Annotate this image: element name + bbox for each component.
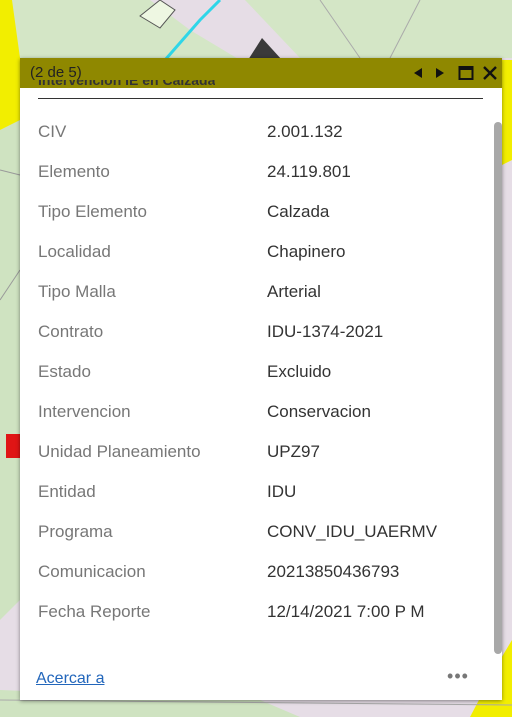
maximize-icon [458, 66, 474, 80]
attribute-value: IDU-1374-2021 [267, 322, 384, 341]
attribute-label: Elemento [38, 162, 110, 181]
attribute-label: Tipo Malla [38, 282, 116, 301]
attribute-value: 2.001.132 [267, 122, 343, 141]
triangle-left-icon [414, 68, 422, 78]
attribute-label: CIV [38, 122, 67, 141]
attribute-value: UPZ97 [267, 442, 320, 461]
attribute-value: Excluido [267, 362, 332, 381]
attribute-label: Entidad [38, 482, 96, 501]
maximize-button[interactable] [454, 58, 478, 88]
pager-label: (2 de 5) [30, 64, 82, 81]
attribute-value: Chapinero [267, 242, 346, 261]
attribute-label: Localidad [38, 242, 111, 261]
attribute-value: Conservacion [267, 402, 371, 421]
previous-feature-button[interactable] [408, 58, 428, 88]
map-road [502, 60, 512, 165]
attribute-value: 20213850436793 [267, 562, 400, 581]
identify-popup: (2 de 5) Intervencion IE en Calzada CIV 2… [20, 58, 502, 700]
attribute-value: CONV_IDU_UAERMV [267, 522, 438, 541]
attribute-value: IDU [267, 482, 297, 501]
close-button[interactable] [478, 58, 502, 88]
attribute-value: 12/14/2021 7:00 P M [267, 602, 425, 621]
triangle-right-icon [436, 68, 444, 78]
close-icon [483, 66, 497, 80]
vertical-scrollbar[interactable] [494, 122, 502, 654]
next-feature-button[interactable] [430, 58, 450, 88]
attribute-label: Fecha Reporte [38, 602, 151, 621]
attribute-label: Intervencion [38, 402, 131, 421]
popup-title: Intervencion IE en Calzada [38, 80, 216, 88]
more-actions-button[interactable]: ••• [440, 666, 476, 686]
attribute-label: Programa [38, 522, 113, 541]
attribute-label: Tipo Elemento [38, 202, 147, 221]
attribute-label: Contrato [38, 322, 104, 341]
attribute-value: Calzada [267, 202, 330, 221]
attribute-label: Unidad Planeamiento [38, 442, 201, 461]
attribute-label: Estado [38, 362, 91, 381]
map-parcel [0, 100, 20, 620]
attribute-label: Comunicacion [38, 562, 146, 581]
zoom-to-link[interactable]: Acercar a [36, 670, 104, 688]
title-divider [38, 98, 483, 99]
attribute-value: Arterial [267, 282, 321, 301]
attribute-value: 24.119.801 [267, 162, 351, 181]
